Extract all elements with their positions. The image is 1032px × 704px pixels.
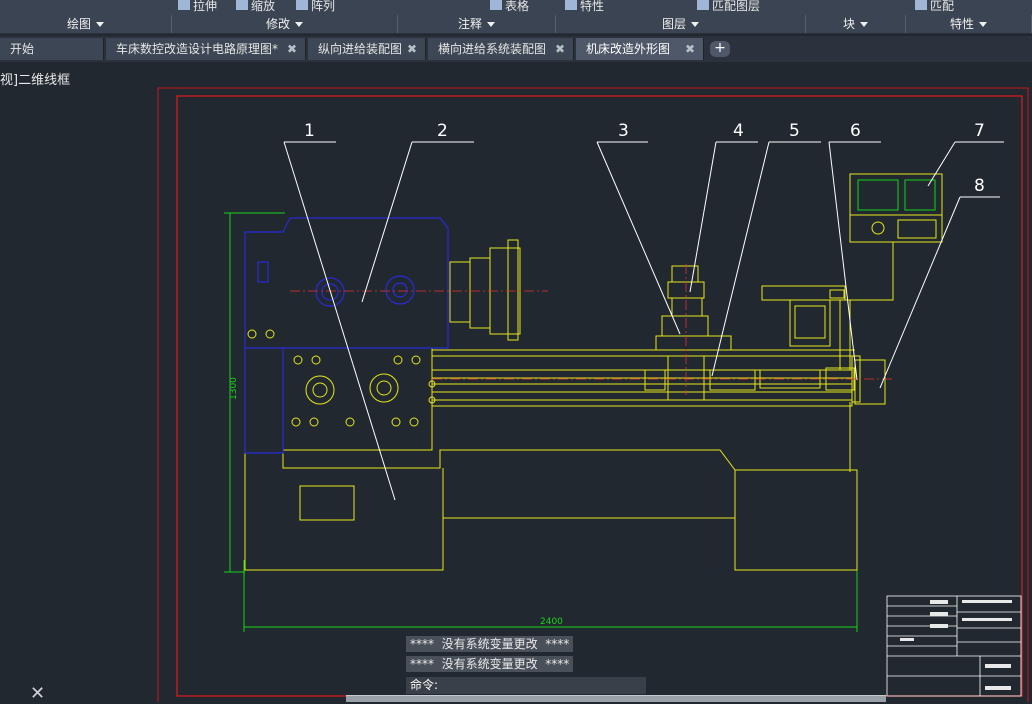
balloon-number: 5 — [789, 121, 800, 141]
close-tab-icon[interactable]: ✖ — [407, 38, 417, 60]
balloon-leader-line — [828, 141, 858, 381]
tool-label: 表格 — [505, 0, 530, 13]
tool-icon — [296, 0, 308, 10]
ribbon: 拉伸 缩放 阵列 表格 特性 匹配图层 匹配 绘图 修改 注释 图层块特性 — [0, 0, 1032, 34]
balloon-number: 3 — [618, 121, 629, 141]
tool-icon — [565, 0, 577, 10]
title-block — [886, 595, 1022, 697]
ribbon-tool-button[interactable]: 特性 — [565, 0, 604, 14]
tool-label: 缩放 — [251, 0, 276, 13]
dim-vertical-label: 1300 — [229, 377, 239, 400]
command-history-line: **** 没有系统变量更改 **** — [406, 656, 574, 672]
balloon-number: 4 — [733, 121, 744, 141]
tab-label: 开始 — [10, 42, 35, 56]
ribbon-group-label: 图层 — [661, 17, 686, 31]
tool-icon — [697, 0, 709, 10]
document-tab-3[interactable]: 横向进给系统装配图 ✖ — [428, 38, 574, 60]
document-tab-0[interactable]: 开始 — [0, 38, 104, 60]
ribbon-tool-button[interactable]: 匹配图层 — [697, 0, 760, 14]
tab-label: 纵向进给装配图 — [318, 42, 403, 56]
tool-icon — [236, 0, 248, 10]
command-prompt[interactable]: 命令: — [406, 677, 646, 694]
ribbon-group-label: 修改 — [265, 17, 290, 31]
document-tab-2[interactable]: 纵向进给装配图 ✖ — [308, 38, 426, 60]
chevron-down-icon — [691, 22, 699, 27]
control-knobs — [247, 329, 436, 427]
title-block-marks — [900, 600, 1012, 690]
balloon-number: 6 — [850, 121, 861, 141]
ribbon-tool-button[interactable]: 表格 — [490, 0, 529, 14]
tool-label: 匹配图层 — [712, 0, 761, 13]
balloon-number: 1 — [304, 121, 315, 141]
balloon-leader-line — [689, 141, 717, 293]
tool-label: 阵列 — [311, 0, 336, 13]
lathe-bed — [244, 239, 886, 571]
command-input[interactable] — [346, 695, 886, 702]
chevron-down-icon — [860, 22, 868, 27]
balloon-leader-line — [879, 196, 961, 389]
chevron-down-icon — [295, 22, 303, 27]
balloon-number: 7 — [974, 121, 985, 141]
balloon-leader-line — [596, 141, 681, 335]
cnc-control-panel — [848, 173, 943, 301]
ribbon-group-label: 绘图 — [66, 17, 91, 31]
headstock — [244, 217, 449, 454]
balloon-leader-line — [711, 141, 770, 377]
document-tab-bar: 开始 车床数控改造设计电路原理图* ✖ 纵向进给装配图 ✖ 横向进给系统装配图 ✖ 机床改造外… — [0, 36, 1032, 62]
close-tab-icon[interactable]: ✖ — [555, 38, 565, 60]
tool-label: 匹配 — [930, 0, 955, 13]
chevron-down-icon — [96, 22, 104, 27]
ribbon-group-1[interactable]: 修改 — [172, 15, 398, 33]
drawing-canvas[interactable]: 2400 1300 1 2 3 4 5 6 78 — [0, 62, 1032, 702]
dimensions — [224, 212, 858, 632]
tab-label: 车床数控改造设计电路原理图* — [116, 42, 279, 56]
command-history-line: **** 没有系统变量更改 **** — [406, 636, 574, 652]
balloon-number: 8 — [974, 176, 985, 196]
dim-horizontal-label: 2400 — [540, 617, 563, 627]
close-tab-icon[interactable]: ✖ — [287, 38, 297, 60]
tab-label: 机床改造外形图 — [586, 42, 671, 56]
tool-icon — [178, 0, 190, 10]
balloon-number: 2 — [437, 121, 448, 141]
ribbon-group-label: 块 — [842, 17, 855, 31]
balloon-leader-line — [361, 141, 413, 303]
balloon-leader-line — [283, 141, 396, 501]
chevron-down-icon — [487, 22, 495, 27]
ribbon-group-label: 注释 — [457, 17, 482, 31]
command-line-close-icon[interactable]: ✕ — [30, 685, 45, 703]
chevron-down-icon — [979, 22, 987, 27]
ribbon-tool-button[interactable]: 匹配 — [915, 0, 954, 14]
tool-label: 拉伸 — [193, 0, 218, 13]
tool-icon — [490, 0, 502, 10]
balloon-leaders — [283, 141, 1004, 501]
ribbon-group-0[interactable]: 绘图 — [0, 15, 172, 33]
ribbon-tool-button[interactable]: 拉伸 — [178, 0, 217, 14]
ribbon-group-3[interactable]: 图层 — [556, 15, 806, 33]
ribbon-tool-button[interactable]: 缩放 — [236, 0, 275, 14]
ribbon-group-5[interactable]: 特性 — [906, 15, 1032, 33]
document-tab-4[interactable]: 机床改造外形图 ✖ — [576, 38, 704, 60]
ribbon-group-4[interactable]: 块 — [806, 15, 906, 33]
ribbon-group-2[interactable]: 注释 — [398, 15, 556, 33]
ribbon-tool-button[interactable]: 阵列 — [296, 0, 335, 14]
new-tab-button[interactable]: + — [710, 41, 730, 57]
close-tab-icon[interactable]: ✖ — [685, 38, 695, 60]
center-lines — [290, 264, 892, 395]
tool-label: 特性 — [580, 0, 605, 13]
document-tab-1[interactable]: 车床数控改造设计电路原理图* ✖ — [106, 38, 306, 60]
tab-label: 横向进给系统装配图 — [438, 42, 547, 56]
ribbon-group-label: 特性 — [949, 17, 974, 31]
tool-icon — [915, 0, 927, 10]
